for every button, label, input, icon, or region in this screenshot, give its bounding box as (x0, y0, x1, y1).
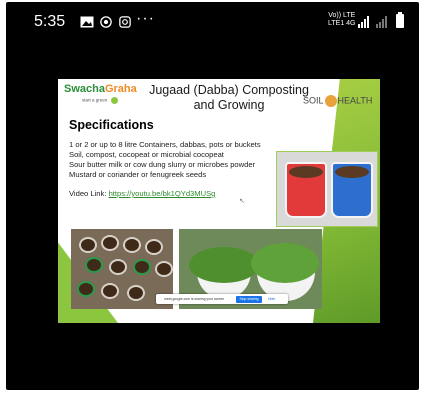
gallery-icon (80, 16, 94, 28)
stop-sharing-button[interactable]: Stop sharing (236, 295, 262, 303)
screen-share-bar: meet.google.com is sharing your screen S… (156, 294, 288, 304)
specifications-list: 1 or 2 or up to 8 litre Containers, dabb… (69, 140, 261, 180)
brand-logo: SwachaGraha (64, 83, 137, 95)
signal-icon (358, 16, 369, 28)
partner-logo: SOIL HEALTH (303, 95, 373, 107)
slide-title: Jugaad (Dabba) Composting and Growing (149, 83, 309, 112)
presentation-slide: SwachaGraha start a green Jugaad (Dabba)… (58, 79, 380, 323)
video-link-row: Video Link: https://youtu.be/bk1QYd3MUSg (69, 189, 215, 198)
specifications-heading: Specifications (69, 118, 154, 132)
list-item: Mustard or coriander or fenugreek seeds (69, 170, 207, 179)
video-link[interactable]: https://youtu.be/bk1QYd3MUSg (109, 189, 216, 198)
instagram-icon (119, 16, 131, 28)
list-item: Sour butter milk or cow dung slurry or m… (69, 160, 256, 169)
status-time: 5:35 (34, 13, 66, 30)
battery-icon (396, 12, 404, 28)
video-link-label: Video Link: (69, 189, 107, 198)
screen-share-message: meet.google.com is sharing your screen (164, 297, 225, 301)
network-indicator: Vo)) LTE LTE1 4G (328, 12, 356, 27)
brand-tagline: start a green (82, 97, 118, 104)
leaf-icon (110, 97, 118, 104)
status-bar: 5:35 ··· Vo)) LTE LTE1 4G (6, 2, 419, 42)
mouse-cursor-icon: ↖ (239, 198, 245, 205)
hide-button[interactable]: Hide (268, 297, 275, 301)
list-item: Soil, compost, cocopeat or microbial coc… (69, 150, 224, 159)
more-notifications-icon: ··· (136, 10, 155, 27)
signal-icon-2 (376, 16, 387, 28)
list-item: 1 or 2 or up to 8 litre Containers, dabb… (69, 140, 261, 149)
phone-screen: 5:35 ··· Vo)) LTE LTE1 4G SwachaGraha st… (6, 2, 419, 390)
sun-icon (324, 95, 337, 107)
whatsapp-icon (100, 16, 112, 28)
blue-cup (331, 162, 373, 218)
red-cup (285, 162, 327, 218)
cups-photo (276, 151, 378, 227)
